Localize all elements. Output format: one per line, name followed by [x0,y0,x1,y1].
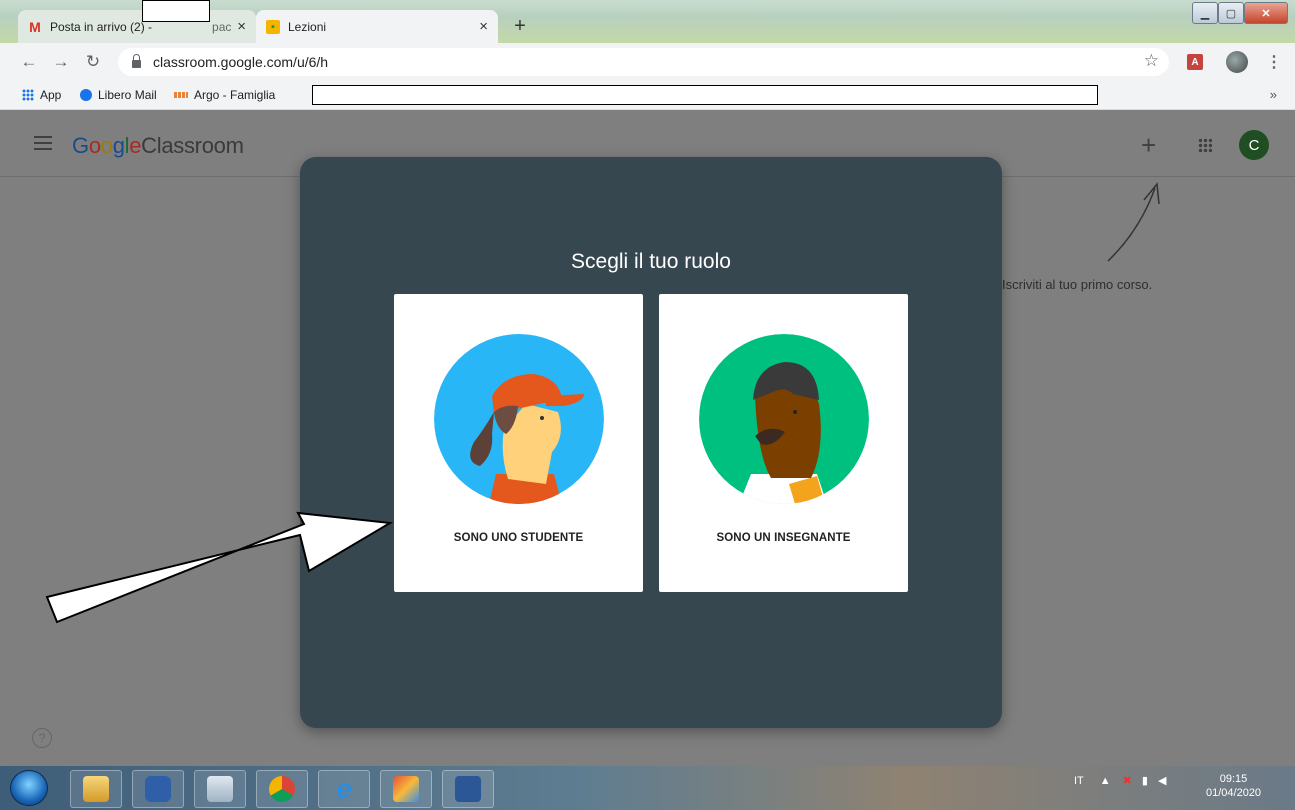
chrome-icon [269,776,295,802]
logo-letter: e [129,133,142,158]
ie-icon: e [336,773,352,804]
teacher-illustration [699,334,869,504]
minimize-button[interactable]: ▁ [1192,2,1218,24]
taskbar-calculator[interactable] [194,770,246,808]
system-clock[interactable]: 09:15 01/04/2020 [1206,772,1261,800]
tab-title: Posta in arrivo (2) - [50,19,153,34]
gmail-icon: M [29,18,41,35]
taskbar-media-player[interactable] [132,770,184,808]
language-indicator[interactable]: IT [1074,775,1084,787]
close-window-button[interactable]: ✕ [1244,2,1288,24]
back-icon[interactable]: ← [18,51,40,73]
empty-state-hint: Iscriviti al tuo primo corso. [1002,277,1153,292]
reload-icon[interactable]: ↻ [82,51,104,73]
media-player-icon [145,776,171,802]
profile-avatar[interactable] [1226,51,1248,73]
url-field[interactable]: classroom.google.com/u/6/h ☆ [118,48,1169,76]
tab-gmail[interactable]: M Posta in arrivo (2) - pac × [18,10,256,43]
taskbar-internet-explorer[interactable]: e [318,770,370,808]
tab-close-icon[interactable]: × [237,18,246,35]
volume-icon[interactable]: ◀ [1158,774,1166,787]
redaction-box [312,85,1098,105]
dialog-title: Scegli il tuo ruolo [571,250,731,273]
browser-titlebar: M Posta in arrivo (2) - pac × ▪ Lezioni … [0,0,1295,43]
calculator-icon [207,776,233,802]
network-warning-icon[interactable]: ✖ [1123,774,1132,787]
address-bar-row: ← → ↻ classroom.google.com/u/6/h ☆ A ⋮ [0,43,1295,81]
tray-expand-icon[interactable]: ▲ [1100,775,1111,787]
maximize-button[interactable]: ▢ [1218,2,1244,24]
bookmark-star-icon[interactable]: ☆ [1144,51,1159,71]
clock-time: 09:15 [1219,773,1248,785]
bookmark-libero[interactable]: Libero Mail [80,88,157,102]
word-icon [455,776,481,802]
bookmark-label: Libero Mail [98,88,157,102]
start-button[interactable] [10,770,48,806]
logo-letter: G [72,133,89,158]
google-apps-icon[interactable] [1198,138,1212,152]
taskbar-explorer[interactable] [70,770,122,808]
clock-date: 01/04/2020 [1206,787,1262,799]
pdf-extension-icon[interactable]: A [1187,54,1203,70]
help-icon[interactable]: ? [32,728,52,748]
tab-close-icon[interactable]: × [479,18,488,35]
bookmarks-more-icon[interactable]: » [1270,87,1277,102]
taskbar-chrome[interactable] [256,770,308,808]
system-tray: IT ▲ ✖ ▮ ◀ [1074,774,1166,788]
role-dialog: Scegli il tuo ruolo SONO UNO STUDENTE SO… [300,157,1002,728]
bookmarks-bar: App Libero Mail Argo - Famiglia » [0,81,1295,110]
teacher-role-card[interactable]: SONO UN INSEGNANTE [659,294,908,592]
power-icon[interactable]: ▮ [1142,774,1148,787]
windows-taskbar: e IT ▲ ✖ ▮ ◀ 09:15 01/04/2020 [0,766,1295,810]
taskbar-app[interactable] [380,770,432,808]
bookmark-label: App [40,88,62,102]
student-role-card[interactable]: SONO UNO STUDENTE [394,294,643,592]
account-avatar[interactable]: C [1239,130,1269,160]
lock-icon [132,54,141,68]
add-class-button[interactable]: + [1141,130,1156,161]
logo-letter: g [112,133,125,158]
hamburger-menu-icon[interactable] [34,136,52,150]
logo-letter: o [88,133,101,158]
tab-lezioni[interactable]: ▪ Lezioni × [256,10,498,43]
url-text: classroom.google.com/u/6/h [153,54,329,70]
menu-kebab-icon[interactable]: ⋮ [1266,52,1282,72]
bookmark-label: Argo - Famiglia [194,88,276,102]
new-tab-button[interactable]: + [508,14,532,38]
google-classroom-logo[interactable]: GoogleClassroom [72,133,244,159]
apps-grid-icon [22,89,34,101]
bookmark-argo[interactable]: Argo - Famiglia [174,88,275,102]
classroom-icon: ▪ [266,19,280,34]
libero-icon [80,89,92,101]
role-label: SONO UN INSEGNANTE [716,532,851,544]
folder-icon [83,776,109,802]
bookmark-apps[interactable]: App [22,88,61,102]
app-icon [393,776,419,802]
redaction-box [142,0,210,22]
taskbar-word[interactable] [442,770,494,808]
forward-icon[interactable]: → [50,51,72,73]
argo-icon [174,92,188,98]
tab-title-tail: pac [212,19,232,34]
tab-title: Lezioni [288,19,327,34]
student-illustration [434,334,604,504]
role-label: SONO UNO STUDENTE [453,532,584,544]
logo-letter: o [100,133,113,158]
logo-classroom-text: Classroom [141,133,244,158]
